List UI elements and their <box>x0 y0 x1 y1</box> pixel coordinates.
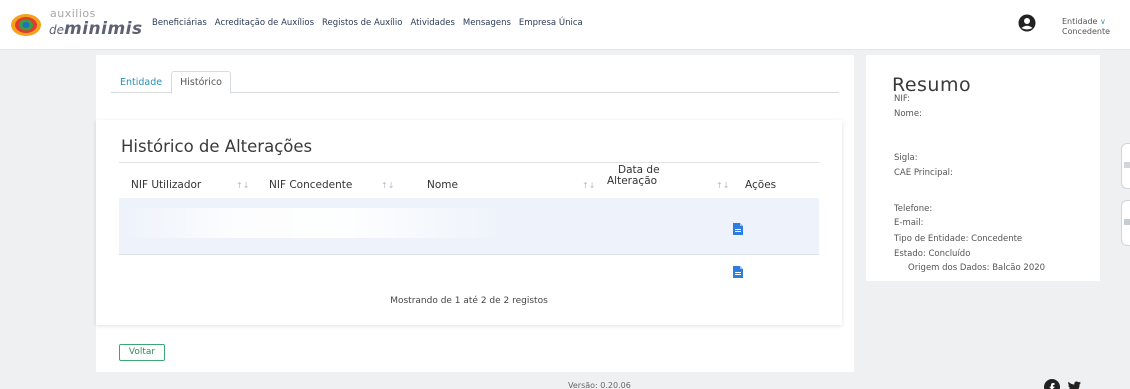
history-title: Histórico de Alterações <box>121 137 313 156</box>
summary-title: Resumo <box>892 74 972 96</box>
col-data-alteracao[interactable]: Data de Alteração <box>607 165 660 187</box>
footer-version: Versão: 0.20.06 <box>568 381 631 389</box>
nav-empresa-unica[interactable]: Empresa Única <box>519 18 583 28</box>
sort-icon[interactable]: ↑↓ <box>381 181 394 190</box>
summary-telefone: Telefone: <box>894 204 933 214</box>
table-header: NIF Utilizador ↑↓ NIF Concedente ↑↓ Nome… <box>119 165 819 198</box>
side-tab-bottom[interactable] <box>1121 200 1130 246</box>
tab-historico[interactable]: Histórico <box>171 71 231 94</box>
summary-sigla: Sigla: <box>894 153 918 163</box>
col-acoes: Ações <box>745 179 777 191</box>
side-tab-icon <box>1124 162 1130 168</box>
nav-beneficiarias[interactable]: Beneficiárias <box>152 18 207 28</box>
sort-icon[interactable]: ↑↓ <box>716 181 729 190</box>
tabs: Entidade Histórico <box>111 71 231 94</box>
nav-registos[interactable]: Registos de Auxílio <box>322 18 402 28</box>
sort-icon[interactable]: ↑↓ <box>582 181 595 190</box>
table-row <box>119 255 819 285</box>
col-nif-concedente[interactable]: NIF Concedente <box>269 179 352 191</box>
title-divider <box>119 162 819 163</box>
col-data-line2: Alteração <box>607 175 658 187</box>
summary-email: E-mail: <box>894 218 924 228</box>
sort-icon[interactable]: ↑↓ <box>236 181 249 190</box>
logo-de: de <box>49 23 64 37</box>
col-nome[interactable]: Nome <box>427 179 458 191</box>
top-navbar: auxilios deminimis Beneficiárias Acredit… <box>0 0 1130 50</box>
facebook-icon[interactable] <box>1044 379 1060 389</box>
summary-origem: Origem dos Dados: Balcão 2020 <box>908 263 1046 273</box>
main-nav: Beneficiárias Acreditação de Auxílios Re… <box>152 18 583 28</box>
logo-text-bottom: deminimis <box>49 20 143 39</box>
back-button[interactable]: Voltar <box>119 344 165 361</box>
redacted-content <box>123 208 503 238</box>
entity-dropdown-value: Concedente <box>1062 27 1110 36</box>
main-card: Entidade Histórico Histórico de Alteraçõ… <box>96 55 854 372</box>
entity-dropdown-label: Entidade <box>1062 17 1098 26</box>
chevron-down-icon: ∨ <box>1100 17 1106 26</box>
summary-cae: CAE Principal: <box>894 168 953 178</box>
history-card: Histórico de Alterações NIF Utilizador ↑… <box>96 120 842 325</box>
document-icon[interactable] <box>733 266 743 278</box>
summary-tipo: Tipo de Entidade: Concedente <box>894 234 1023 244</box>
user-icon[interactable] <box>1018 14 1036 32</box>
summary-card: Resumo NIF: Nome: Sigla: CAE Principal: … <box>866 55 1100 281</box>
document-icon[interactable] <box>733 223 743 235</box>
entity-dropdown[interactable]: Entidade ∨ Concedente <box>1062 17 1110 37</box>
summary-nif: NIF: <box>894 94 910 104</box>
summary-estado: Estado: Concluído <box>894 249 971 259</box>
logo-minimis: minimis <box>64 19 143 39</box>
side-tab-top[interactable] <box>1121 143 1130 189</box>
logo-text-top: auxilios <box>50 7 96 20</box>
twitter-icon[interactable] <box>1066 379 1082 389</box>
nav-atividades[interactable]: Atividades <box>410 18 454 28</box>
nav-acreditacao[interactable]: Acreditação de Auxílios <box>215 18 314 28</box>
side-tab-icon <box>1124 219 1130 225</box>
tab-entidade[interactable]: Entidade <box>111 71 171 94</box>
table-pagination-info: Mostrando de 1 até 2 de 2 registos <box>390 296 548 306</box>
summary-nome: Nome: <box>894 109 922 119</box>
nav-mensagens[interactable]: Mensagens <box>463 18 511 28</box>
table-row <box>119 198 819 254</box>
col-nif-utilizador[interactable]: NIF Utilizador <box>131 179 201 191</box>
logo-mark-icon[interactable] <box>10 13 42 37</box>
